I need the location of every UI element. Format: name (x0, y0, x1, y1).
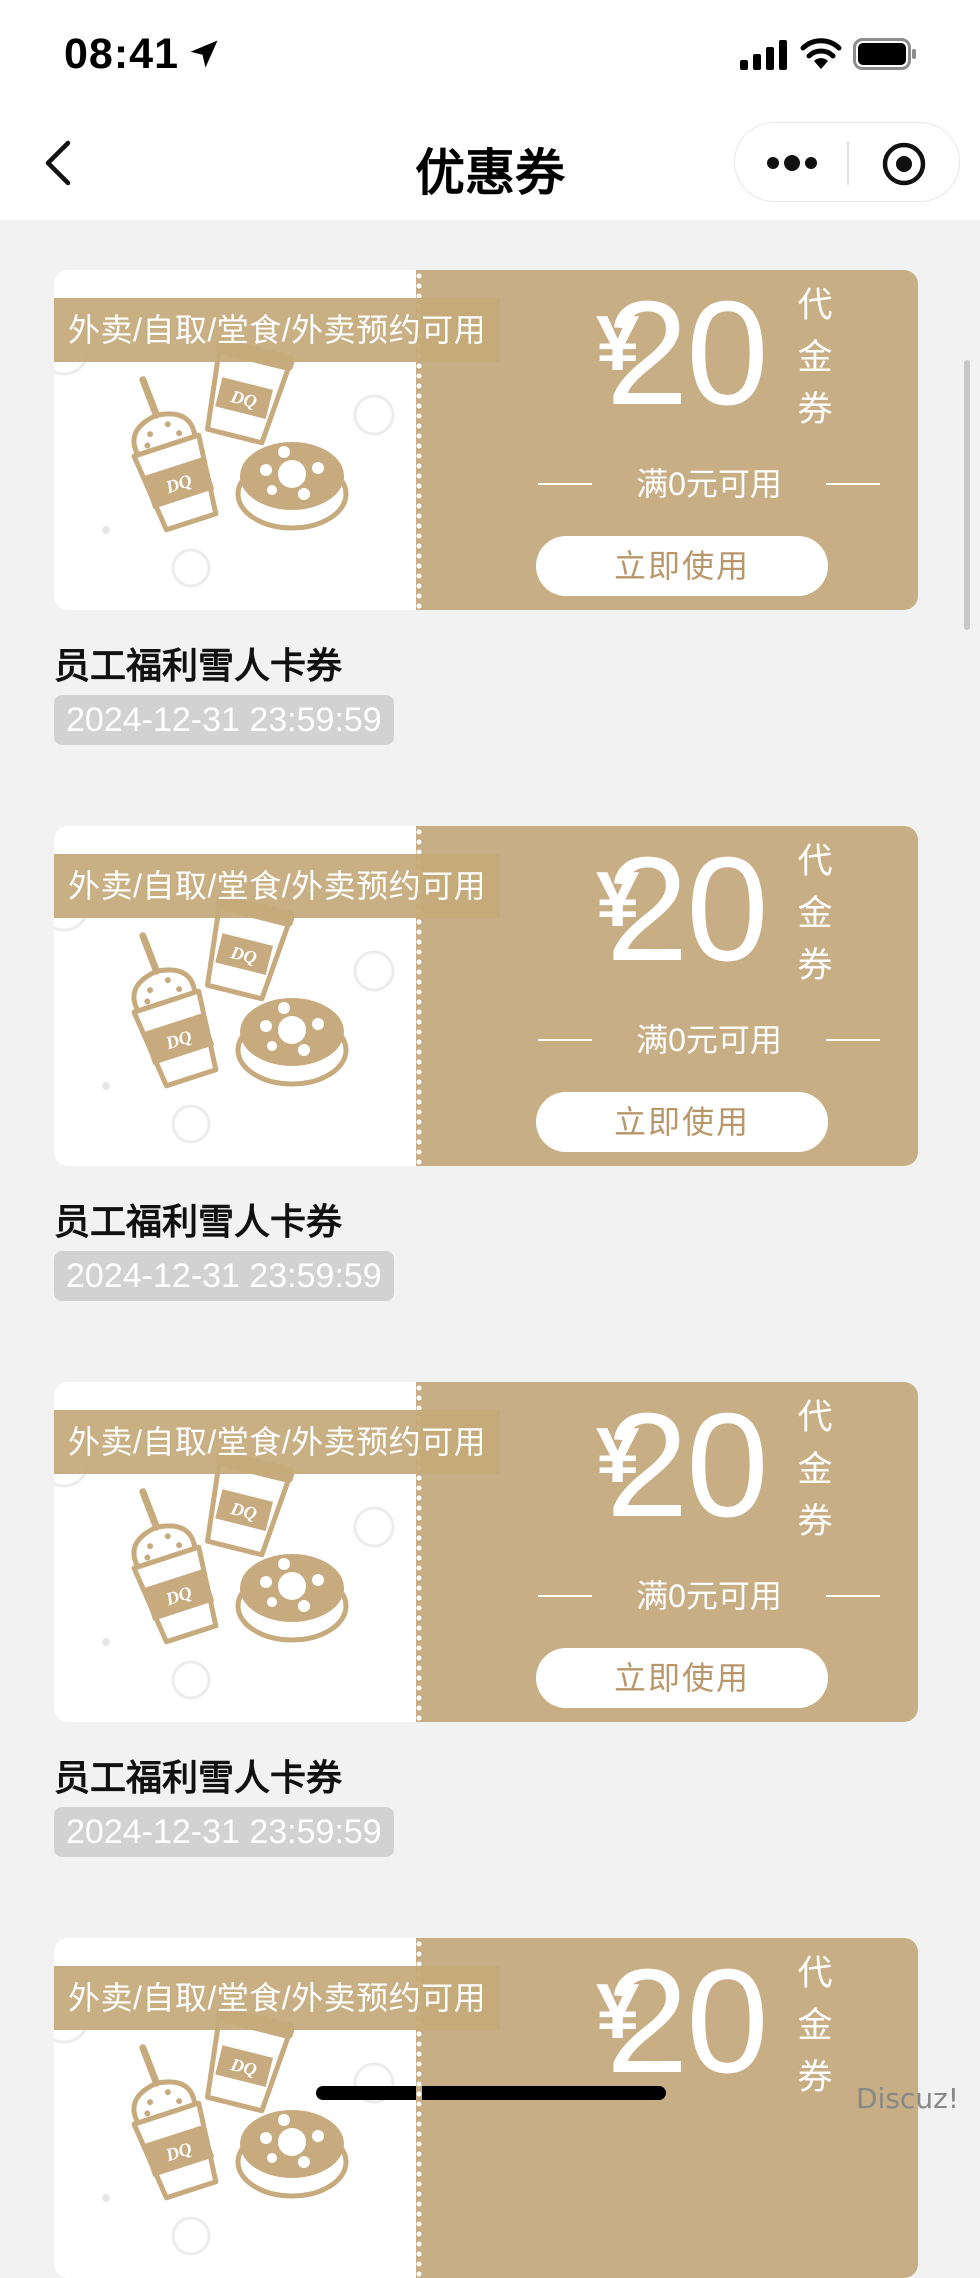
use-now-button[interactable]: 立即使用 (536, 1092, 828, 1152)
coupon-type-label: 代 金 券 (792, 280, 838, 436)
wifi-icon (800, 38, 842, 69)
coupon-amount: 20 (606, 271, 769, 436)
usage-scope-tag: 外卖/自取/堂食/外卖预约可用 (54, 298, 501, 362)
condition-line-right (826, 1039, 880, 1041)
coupon-condition: 满0元可用 (538, 1018, 880, 1062)
coupon-type-char: 代 (797, 1398, 833, 1437)
coupon-ticket[interactable]: DQ DQ (54, 270, 918, 610)
coupon-type-char: 金 (797, 338, 833, 377)
coupon-type-char: 券 (797, 390, 833, 429)
use-now-button[interactable]: 立即使用 (536, 1648, 828, 1708)
coupon-type-label: 代 金 券 (792, 1392, 838, 1548)
coupon-name: 员工福利雪人卡券 (54, 1201, 343, 1242)
coupon-ticket[interactable]: DQ DQ (54, 1938, 918, 2278)
status-time: 08:41 (64, 30, 179, 78)
condition-line-right (826, 1595, 880, 1597)
usage-scope-tag: 外卖/自取/堂食/外卖预约可用 (54, 1966, 501, 2030)
nav-bar: 优惠券 (0, 105, 980, 220)
coupon-type-char: 券 (797, 2058, 833, 2097)
use-now-button[interactable]: 立即使用 (536, 536, 828, 596)
coupon-type-char: 金 (797, 894, 833, 933)
close-target-icon[interactable] (881, 141, 927, 187)
coupon-condition: 满0元可用 (538, 1574, 880, 1618)
coupon-ticket[interactable]: DQ DQ (54, 1382, 918, 1722)
coupon-type-char: 金 (797, 1450, 833, 1489)
condition-line-right (826, 483, 880, 485)
usage-scope-tag: 外卖/自取/堂食/外卖预约可用 (54, 1410, 501, 1474)
coupon-ticket[interactable]: DQ DQ (54, 826, 918, 1166)
coupon-type-char: 代 (797, 1954, 833, 1993)
coupon-type-char: 券 (797, 1502, 833, 1541)
coupon-type-char: 金 (797, 2006, 833, 2045)
coupon-amount: 20 (606, 827, 769, 992)
home-indicator[interactable] (316, 2086, 666, 2100)
scrollbar[interactable] (964, 360, 970, 630)
coupon-type-char: 代 (797, 286, 833, 325)
coupon-name: 员工福利雪人卡券 (54, 1757, 343, 1798)
miniprogram-capsule (734, 122, 960, 202)
coupon-amount: 20 (606, 1383, 769, 1548)
coupon-type-char: 代 (797, 842, 833, 881)
coupon-expiry-badge: 2024-12-31 23:59:59 (54, 1807, 394, 1857)
coupon-type-label: 代 金 券 (792, 836, 838, 992)
watermark-text: Discuz! (856, 2082, 959, 2115)
location-arrow-icon (190, 40, 218, 68)
cellular-signal-icon (740, 40, 787, 70)
coupon-expiry-badge: 2024-12-31 23:59:59 (54, 1251, 394, 1301)
usage-scope-tag: 外卖/自取/堂食/外卖预约可用 (54, 854, 501, 918)
coupon-amount: 20 (606, 1939, 769, 2104)
coupon-name: 员工福利雪人卡券 (54, 645, 343, 686)
coupon-type-label: 代 金 券 (792, 1948, 838, 2104)
coupon-condition: 满0元可用 (538, 462, 880, 506)
capsule-divider (847, 141, 849, 185)
battery-icon (853, 38, 916, 70)
more-dots-icon[interactable] (763, 147, 821, 179)
coupon-type-char: 券 (797, 946, 833, 985)
status-bar: 08:41 (0, 0, 980, 105)
coupon-expiry-badge: 2024-12-31 23:59:59 (54, 695, 394, 745)
